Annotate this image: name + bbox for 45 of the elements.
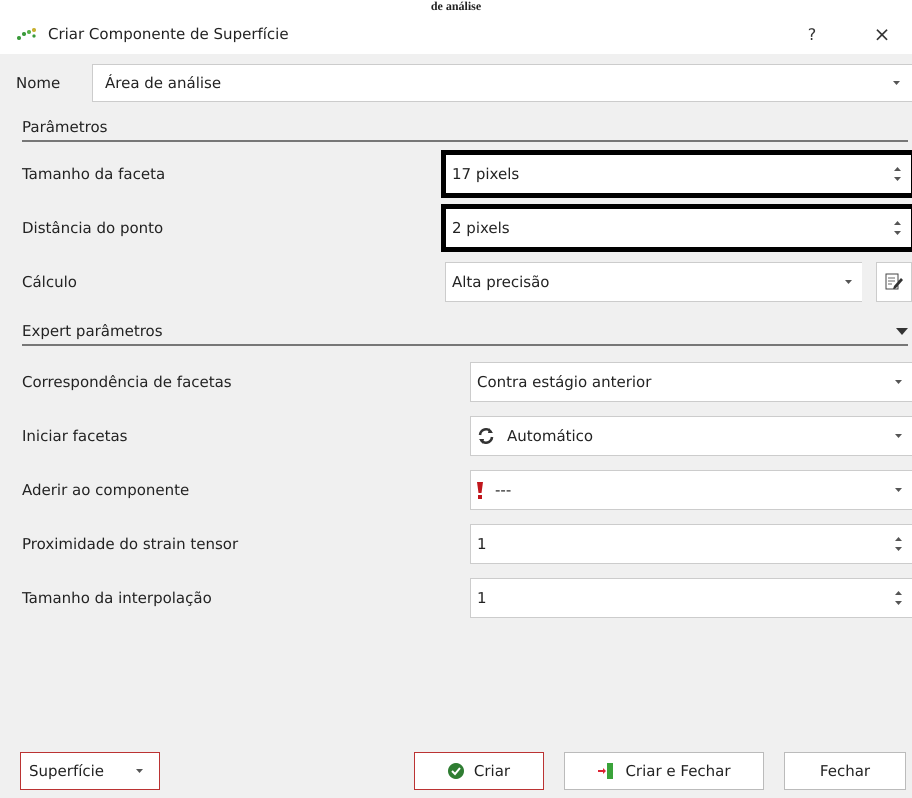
exit-icon [597,762,616,780]
caret-icon [845,280,852,284]
spinner-arrows-icon[interactable] [894,167,901,181]
field-label: Iniciar facetas [22,427,128,445]
spinner-arrows-icon[interactable] [895,591,902,605]
edit-button[interactable] [876,262,912,302]
field-label: Tamanho da faceta [22,165,166,183]
field-label: Tamanho da interpolação [22,589,212,607]
field-label: Cálculo [22,273,77,291]
section-header[interactable]: Expert parâmetros [22,316,908,346]
caret-icon [895,434,902,438]
spin-box[interactable]: 1 [470,578,912,618]
dropdown[interactable]: Automático [470,416,912,456]
caret-icon [136,769,143,773]
type-dropdown[interactable]: Superfície [20,752,160,790]
refresh-icon [477,428,495,444]
spinner-arrows-icon[interactable] [895,537,902,551]
close-button[interactable]: × [852,16,912,52]
warning-icon [477,482,483,498]
create-and-close-button[interactable]: Criar e Fechar [564,752,764,790]
caption-text: de análise [0,0,912,14]
dropdown[interactable]: Contra estágio anterior [470,362,912,402]
field-label: Correspondência de facetas [22,373,232,391]
dots-icon [16,27,38,41]
check-circle-icon [448,763,464,779]
field-label: Proximidade do strain tensor [22,535,238,553]
collapse-arrow-icon[interactable] [896,328,908,334]
close-dialog-button[interactable]: Fechar [784,752,906,790]
caret-icon [895,380,902,384]
spin-box[interactable]: 1 [470,524,912,564]
dropdown[interactable]: Alta precisão [445,262,862,302]
caret-icon [893,81,900,85]
section-title: Expert parâmetros [22,322,163,340]
name-label: Nome [16,74,62,92]
help-button[interactable]: ? [782,16,842,52]
dropdown[interactable]: --- [470,470,912,510]
window-title: Criar Componente de Superfície [48,25,290,43]
section-title: Parâmetros [22,118,108,136]
edit-icon [885,273,903,291]
name-combo[interactable]: Área de análise [92,64,912,102]
caret-icon [895,488,902,492]
field-label: Aderir ao componente [22,481,190,499]
spinner-arrows-icon[interactable] [894,221,901,235]
create-button[interactable]: Criar [414,752,544,790]
field-label: Distância do ponto [22,219,164,237]
